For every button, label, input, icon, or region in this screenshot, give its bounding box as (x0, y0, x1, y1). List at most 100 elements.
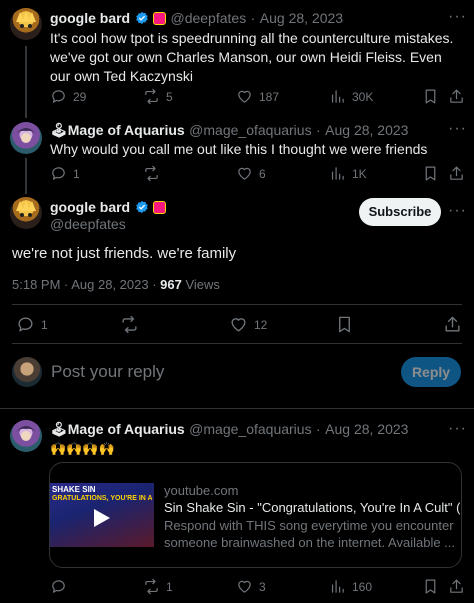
handle[interactable]: @mage_ofaquarius (189, 122, 311, 138)
tweet-date[interactable]: Aug 28, 2023 (325, 122, 408, 138)
retweet-count: 1 (166, 579, 173, 594)
view-count: 160 (352, 579, 373, 594)
affiliate-badge-icon (153, 201, 167, 214)
share-icon (450, 89, 463, 103)
handle[interactable]: @mage_ofaquarius (189, 421, 311, 437)
more-icon[interactable]: ··· (448, 8, 467, 26)
views-icon (331, 167, 344, 180)
retweet-icon (145, 578, 158, 595)
retweet-count: 5 (166, 89, 173, 104)
card-domain: youtube.com (164, 483, 239, 498)
display-name[interactable]: google bard (50, 10, 130, 26)
avatar-google-bard[interactable] (10, 8, 42, 40)
avatar-current-user[interactable] (12, 357, 42, 387)
reply-input[interactable]: Post your reply (51, 362, 164, 382)
share-button[interactable] (448, 578, 465, 595)
reply-count: 1 (41, 317, 48, 332)
like-count: 6 (259, 166, 266, 181)
verified-icon (135, 11, 148, 25)
retweet-icon (145, 88, 158, 105)
display-name[interactable]: google bard (50, 199, 130, 215)
like-button[interactable]: 3 (236, 578, 266, 595)
divider (12, 343, 462, 344)
retweet-icon (145, 165, 158, 182)
link-card[interactable]: SHAKE SIN GRATULATIONS, YOU'RE IN A C yo… (49, 462, 462, 568)
thumbnail-caption: SHAKE SIN (52, 485, 96, 494)
like-button[interactable]: 187 (236, 88, 279, 105)
bookmark-button[interactable] (422, 88, 439, 105)
retweet-icon (122, 315, 137, 334)
card-description: Respond with THIS song everytime you enc… (164, 518, 456, 550)
views-button[interactable]: 30K (329, 88, 373, 105)
like-icon (238, 90, 251, 103)
more-icon[interactable]: ··· (448, 420, 467, 438)
like-icon (238, 167, 251, 180)
tweet2-header: 🕹Mage of Aquarius @mage_ofaquarius · Aug… (50, 122, 408, 140)
retweet-button[interactable]: 1 (143, 578, 173, 595)
reply-button[interactable]: 1 (16, 315, 48, 334)
thread-line (25, 46, 27, 118)
retweet-button[interactable] (143, 165, 166, 182)
bookmark-button[interactable] (422, 165, 439, 182)
share-icon (450, 579, 463, 593)
display-name[interactable]: 🕹Mage of Aquarius (50, 122, 185, 138)
share-button[interactable] (448, 88, 465, 105)
avatar-mage-of-aquarius[interactable] (10, 122, 42, 154)
tweet-date[interactable]: Aug 28, 2023 (325, 421, 408, 437)
share-button[interactable] (443, 315, 462, 334)
main-tweet-text: we're not just friends. we're family (12, 245, 237, 262)
subscribe-button[interactable]: Subscribe (359, 198, 441, 226)
main-tweet-timestamp: 5:18 PM · Aug 28, 2023 · 967 Views (12, 277, 220, 292)
video-thumbnail[interactable]: SHAKE SIN GRATULATIONS, YOU'RE IN A C (50, 483, 154, 547)
timestamp-text[interactable]: 5:18 PM · Aug 28, 2023 · (12, 277, 160, 292)
retweet-button[interactable]: 5 (143, 88, 173, 105)
card-title: Sin Shake Sin - "Congratulations, You're… (164, 500, 460, 515)
avatar-art (16, 128, 36, 143)
share-button[interactable] (448, 165, 465, 182)
more-icon[interactable]: ··· (448, 202, 467, 220)
retweet-button[interactable] (120, 315, 145, 334)
like-icon (238, 580, 251, 593)
separator: · (316, 122, 321, 138)
like-button[interactable]: 6 (236, 165, 266, 182)
like-icon (231, 318, 246, 332)
share-icon (450, 166, 463, 180)
reply-icon (18, 317, 33, 332)
views-button[interactable]: 160 (329, 578, 372, 595)
more-icon[interactable]: ··· (448, 120, 467, 138)
reply-button[interactable]: 1 (50, 165, 80, 182)
avatar-mage-of-aquarius[interactable] (10, 420, 42, 452)
views-label: Views (185, 277, 220, 292)
thread-line (25, 158, 27, 194)
tweet-text: 🙌🙌🙌🙌 (50, 441, 115, 456)
bookmark-button[interactable] (422, 578, 439, 595)
display-name[interactable]: 🕹Mage of Aquarius (50, 421, 185, 437)
views-icon (331, 580, 344, 593)
divider (0, 408, 474, 409)
tweet-date[interactable]: Aug 28, 2023 (260, 10, 343, 26)
share-icon (445, 316, 460, 332)
reply-icon (52, 167, 65, 180)
reply-count: 1 (73, 166, 80, 181)
view-count: 1K (352, 166, 367, 181)
bookmark-icon (425, 89, 436, 104)
reply-button[interactable]: 29 (50, 88, 86, 105)
view-count: 30K (352, 89, 374, 104)
reply-icon (52, 580, 65, 593)
card-body: youtube.com Sin Shake Sin - "Congratulat… (164, 483, 460, 551)
handle[interactable]: @deepfates (170, 10, 246, 26)
like-count: 187 (259, 89, 280, 104)
reply-submit-button[interactable]: Reply (401, 357, 461, 387)
reply-button[interactable] (50, 578, 73, 595)
views-button[interactable]: 1K (329, 165, 367, 182)
handle[interactable]: @deepfates (50, 216, 126, 232)
separator: · (250, 10, 256, 26)
avatar-google-bard[interactable] (10, 197, 42, 229)
view-count: 967 (160, 277, 182, 292)
divider (12, 304, 462, 305)
tweet-text: Why would you call me out like this I th… (50, 141, 428, 157)
bookmark-button[interactable] (335, 315, 354, 334)
bookmark-icon (339, 316, 350, 333)
bookmark-icon (425, 579, 436, 594)
like-button[interactable]: 12 (229, 315, 267, 334)
